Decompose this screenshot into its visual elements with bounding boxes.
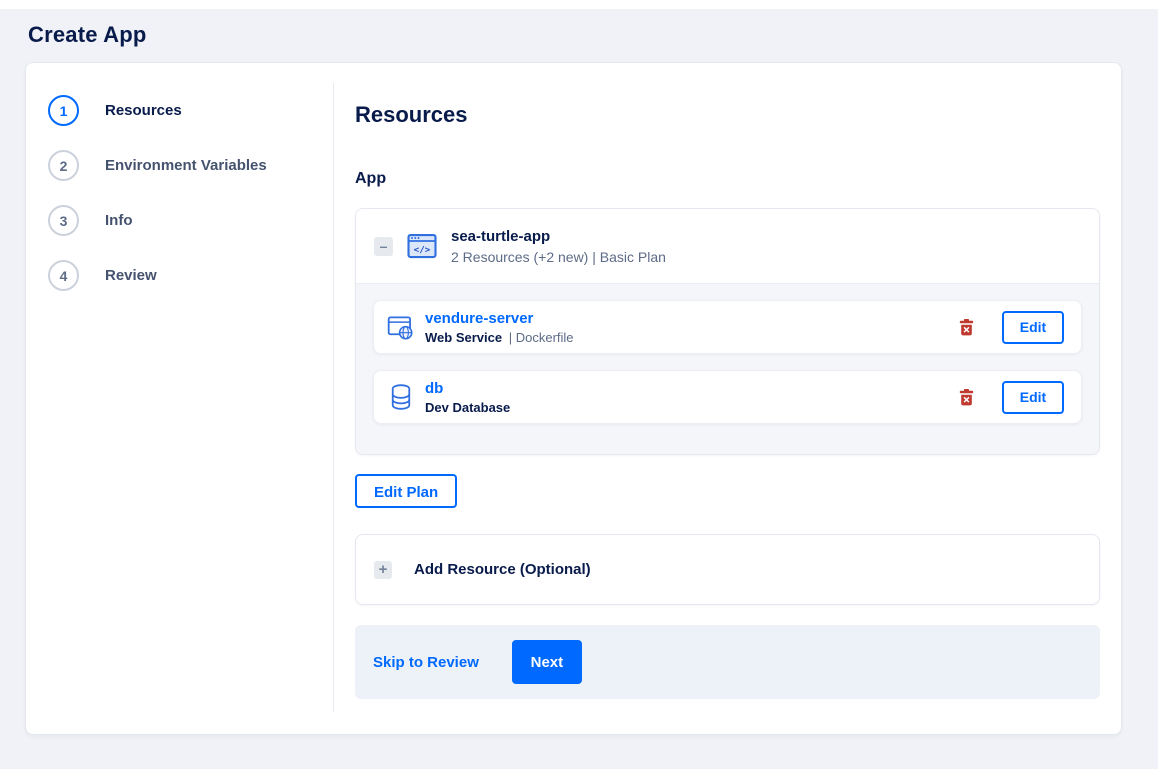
resource-name-link[interactable]: db — [425, 380, 513, 397]
step-number-badge: 4 — [48, 260, 79, 291]
subtitle-separator: | — [508, 329, 513, 345]
svg-text:</>: </> — [414, 245, 431, 256]
app-header-text: sea-turtle-app 2 Resources (+2 new) | Ba… — [451, 228, 666, 265]
app-section-label: App — [355, 170, 387, 187]
app-name: sea-turtle-app — [451, 227, 551, 245]
skip-to-review-link[interactable]: Skip to Review — [373, 654, 479, 671]
top-strip — [0, 0, 1158, 9]
add-resource-label: Add Resource (Optional) — [414, 561, 591, 578]
step-number-badge: 2 — [48, 150, 79, 181]
web-service-icon — [387, 314, 414, 341]
page-title: Create App — [28, 22, 147, 47]
step-label: Review — [105, 267, 157, 284]
app-card-body: vendure-server Web Service | Dockerfile — [356, 283, 1099, 454]
resource-actions: Edit — [957, 310, 1064, 344]
collapse-minus-icon[interactable]: – — [374, 236, 393, 256]
resource-text: db Dev Database — [425, 380, 513, 415]
panel-heading: Resources — [355, 102, 468, 127]
step-number-badge: 3 — [48, 205, 79, 236]
app-summary: 2 Resources (+2 new) | Basic Plan — [451, 248, 666, 265]
plus-icon: + — [374, 560, 392, 579]
resource-subtitle: Web Service | Dockerfile — [425, 330, 574, 345]
next-button[interactable]: Next — [511, 640, 582, 684]
step-environment-variables[interactable]: 2 Environment Variables — [26, 138, 333, 193]
resource-row: vendure-server Web Service | Dockerfile — [373, 300, 1082, 354]
add-resource-button[interactable]: + Add Resource (Optional) — [355, 534, 1100, 605]
step-label: Info — [105, 212, 133, 229]
wizard-footer: Skip to Review Next — [355, 625, 1100, 699]
wizard-stepper: 1 Resources 2 Environment Variables 3 In… — [26, 83, 334, 712]
resource-type: Web Service — [425, 329, 503, 345]
resource-actions: Edit — [957, 380, 1064, 414]
resource-source: Dockerfile — [515, 329, 574, 345]
resource-row: db Dev Database Edit — [373, 370, 1082, 424]
app-card-header: – </> sea-turtle-app 2 Resources (+2 new… — [356, 209, 1099, 283]
step-review[interactable]: 4 Review — [26, 248, 333, 303]
resources-panel: Resources App – </> sea-turtle-app 2 Res… — [334, 63, 1121, 734]
database-icon — [387, 384, 414, 410]
edit-resource-button[interactable]: Edit — [1002, 380, 1064, 414]
resource-type: Dev Database — [425, 399, 511, 415]
edit-resource-button[interactable]: Edit — [1002, 310, 1064, 344]
create-app-card: 1 Resources 2 Environment Variables 3 In… — [25, 62, 1122, 735]
app-code-window-icon: </> — [407, 231, 437, 261]
app-card: – </> sea-turtle-app 2 Resources (+2 new… — [355, 208, 1100, 455]
resource-text: vendure-server Web Service | Dockerfile — [425, 310, 574, 345]
edit-plan-button[interactable]: Edit Plan — [355, 474, 458, 508]
step-info[interactable]: 3 Info — [26, 193, 333, 248]
step-number-badge: 1 — [48, 95, 79, 126]
delete-resource-trash-icon[interactable] — [957, 387, 976, 408]
step-label: Environment Variables — [105, 157, 267, 174]
delete-resource-trash-icon[interactable] — [957, 317, 976, 338]
step-label: Resources — [105, 102, 182, 119]
resource-name-link[interactable]: vendure-server — [425, 310, 574, 327]
step-resources[interactable]: 1 Resources — [26, 83, 333, 138]
resource-subtitle: Dev Database — [425, 400, 513, 415]
